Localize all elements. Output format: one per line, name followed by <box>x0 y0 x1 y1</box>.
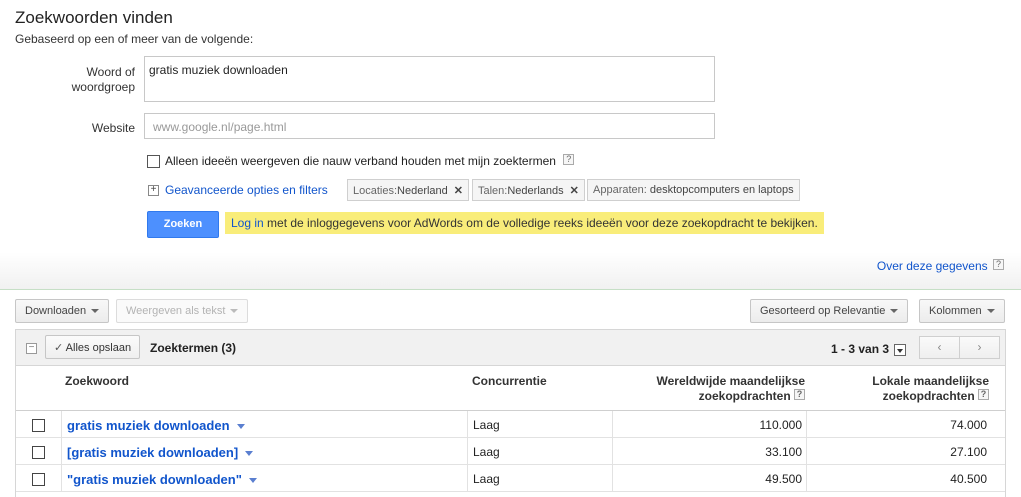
competition-cell: Laag <box>473 445 500 459</box>
column-divider <box>467 411 468 438</box>
about-data-text: Over deze gegevens <box>876 259 988 273</box>
column-header-local[interactable]: Lokale maandelijkse zoekopdrachten ? <box>806 374 989 404</box>
chip-label: Apparaten: <box>593 184 647 196</box>
pager: 1 - 3 van 3 <box>831 342 907 356</box>
chevron-down-icon <box>91 309 100 314</box>
help-icon[interactable]: ? <box>993 259 1004 270</box>
column-header-competition[interactable]: Concurrentie <box>472 374 547 389</box>
help-icon[interactable]: ? <box>978 389 989 400</box>
column-divider <box>467 438 468 465</box>
related-only-label: Alleen ideeën weergeven die nauw verband… <box>165 154 575 168</box>
chevron-down-icon[interactable] <box>248 478 257 484</box>
columns-button[interactable]: Kolommen <box>919 299 1005 323</box>
download-label: Downloaden <box>25 305 87 317</box>
local-searches-cell: 27.100 <box>950 445 987 459</box>
page-subtitle: Gebaseerd op een of meer van de volgende… <box>15 32 254 46</box>
local-header-line1: Lokale maandelijkse <box>872 374 989 388</box>
results-panel: − ✓ Alles opslaan Zoektermen (3) 1 - 3 v… <box>15 329 1006 497</box>
table-row: [gratis muziek downloaden] Laag 33.100 2… <box>16 438 1005 465</box>
keyword-field-label: Woord of woordgroep <box>15 65 135 95</box>
pager-dropdown-icon[interactable] <box>894 343 907 356</box>
local-searches-cell: 74.000 <box>950 418 987 432</box>
help-icon[interactable]: ? <box>563 154 575 165</box>
checkmark-icon: ✓ <box>54 342 64 354</box>
chevron-down-icon <box>890 309 899 314</box>
keyword-link[interactable]: "gratis muziek downloaden" <box>67 472 257 487</box>
local-searches-cell: 40.500 <box>950 472 987 486</box>
column-divider <box>612 465 613 492</box>
chip-label: Talen: <box>478 185 508 197</box>
chip-value: Nederland <box>397 185 448 197</box>
row-checkbox[interactable] <box>32 419 45 432</box>
columns-label: Kolommen <box>929 305 982 317</box>
save-all-label: Alles opslaan <box>65 342 132 354</box>
chip-value: desktopcomputers en laptops <box>649 184 794 196</box>
collapse-minus-icon[interactable]: − <box>26 343 37 354</box>
chevron-down-icon <box>230 309 239 314</box>
column-divider <box>467 465 468 492</box>
column-divider <box>61 411 62 438</box>
save-all-button[interactable]: ✓ Alles opslaan <box>45 335 141 359</box>
filter-chip-location: Locaties:Nederland ✕ <box>347 179 470 201</box>
keyword-link[interactable]: [gratis muziek downloaden] <box>67 445 254 460</box>
column-divider <box>61 438 62 465</box>
column-divider <box>612 411 613 438</box>
remove-language-icon[interactable]: ✕ <box>570 185 579 197</box>
results-title: Zoektermen (3) <box>150 341 237 355</box>
about-data-link[interactable]: Over deze gegevens ? <box>877 259 1004 273</box>
global-header-line2: zoekopdrachten ? <box>616 389 805 404</box>
column-header-global[interactable]: Wereldwijde maandelijkse zoekopdrachten … <box>616 374 805 404</box>
keyword-link[interactable]: gratis muziek downloaden <box>67 418 245 433</box>
row-checkbox[interactable] <box>32 473 45 486</box>
advanced-options-link[interactable]: Geavanceerde opties en filters <box>165 183 328 197</box>
website-input[interactable]: www.google.nl/page.html <box>144 113 715 139</box>
login-notice-text: met de inloggegevens voor AdWords om de … <box>263 216 818 230</box>
help-icon[interactable]: ? <box>794 389 805 400</box>
view-as-text-label: Weergeven als tekst <box>126 305 226 317</box>
global-searches-cell: 33.100 <box>765 445 802 459</box>
website-field-label: Website <box>91 121 135 135</box>
chevron-down-icon[interactable] <box>245 451 254 457</box>
chevron-down-icon <box>986 309 995 314</box>
global-searches-cell: 110.000 <box>759 418 803 432</box>
next-page-button[interactable]: › <box>959 336 1000 359</box>
filter-chip-devices[interactable]: Apparaten: desktopcomputers en laptops <box>587 179 800 201</box>
related-only-text: Alleen ideeën weergeven die nauw verband… <box>165 154 556 168</box>
chip-label: Locaties: <box>353 185 398 197</box>
expand-plus-icon[interactable]: + <box>148 185 159 196</box>
chevron-down-icon[interactable] <box>236 424 245 430</box>
competition-cell: Laag <box>473 418 500 432</box>
global-header-line1: Wereldwijde maandelijkse <box>656 374 805 388</box>
table-row: gratis muziek downloaden Laag 110.000 74… <box>16 411 1005 438</box>
local-header-line2: zoekopdrachten ? <box>806 389 989 404</box>
column-header-keyword[interactable]: Zoekwoord <box>65 374 129 389</box>
sort-button[interactable]: Gesorteerd op Relevantie <box>750 299 909 323</box>
column-divider <box>61 465 62 492</box>
sort-label: Gesorteerd op Relevantie <box>760 305 886 317</box>
column-divider <box>612 438 613 465</box>
login-notice: Log in met de inloggegevens voor AdWords… <box>225 212 824 234</box>
results-header: − ✓ Alles opslaan Zoektermen (3) 1 - 3 v… <box>16 330 1005 366</box>
page-title: Zoekwoorden vinden <box>15 8 173 27</box>
global-searches-cell: 49.500 <box>765 472 802 486</box>
search-button[interactable]: Zoeken <box>147 211 219 238</box>
download-button[interactable]: Downloaden <box>15 299 110 323</box>
competition-cell: Laag <box>473 472 500 486</box>
pager-range: 1 - 3 van 3 <box>831 342 890 356</box>
keyword-label-line1: Woord of <box>86 65 135 79</box>
filter-chip-language: Talen:Nederlands ✕ <box>472 179 585 201</box>
keyword-input[interactable]: gratis muziek downloaden <box>144 56 715 102</box>
chip-value: Nederlands <box>507 185 564 197</box>
table-row: "gratis muziek downloaden" Laag 49.500 4… <box>16 465 1005 492</box>
view-as-text-button[interactable]: Weergeven als tekst <box>116 299 249 323</box>
remove-location-icon[interactable]: ✕ <box>454 185 463 197</box>
login-link[interactable]: Log in <box>231 216 264 230</box>
section-divider <box>0 252 1021 290</box>
row-checkbox[interactable] <box>32 446 45 459</box>
keyword-label-line2: woordgroep <box>71 80 135 94</box>
prev-page-button[interactable]: ‹ <box>919 336 960 359</box>
related-only-checkbox[interactable] <box>147 155 160 168</box>
